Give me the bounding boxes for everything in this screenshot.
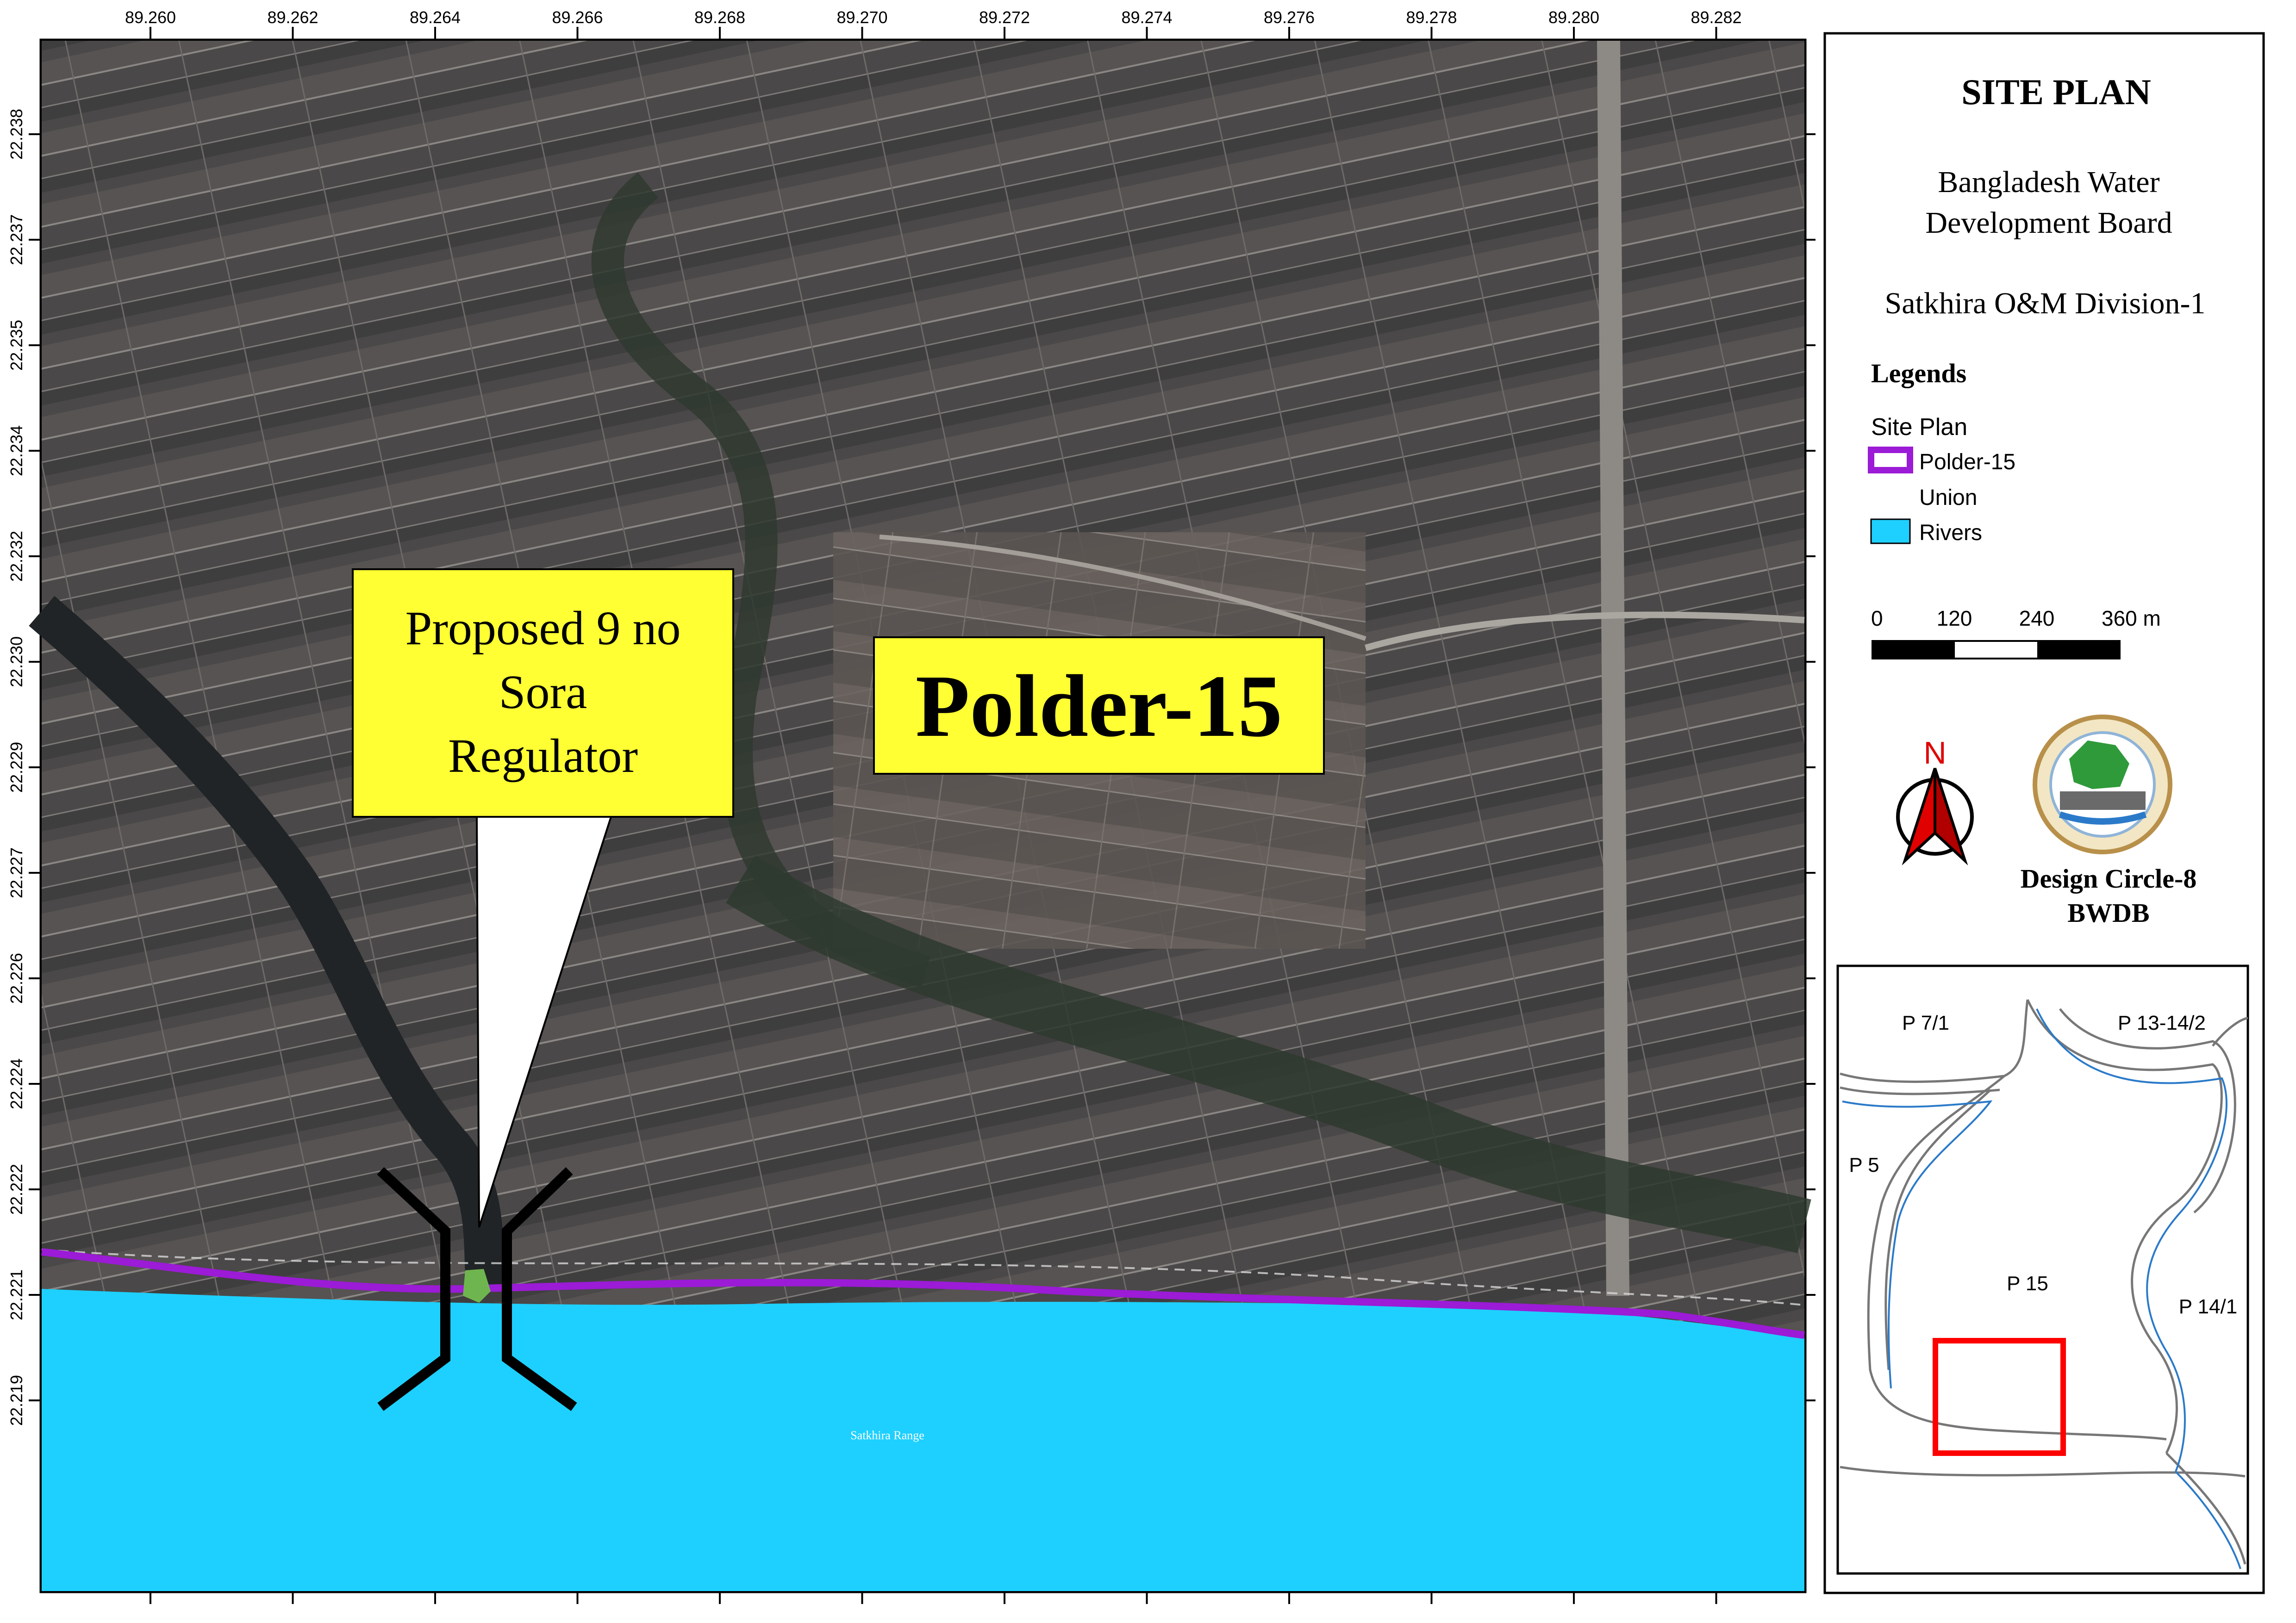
legend-item-union: Union: [1919, 485, 1977, 510]
latitude-tick-label: 22.232: [7, 531, 26, 582]
latitude-tick-label: 22.221: [7, 1269, 26, 1320]
longitude-tick-label: 89.260: [125, 8, 176, 27]
map-area[interactable]: Proposed 9 no Sora Regulator Polder-15 S…: [29, 41, 1811, 1591]
svg-text:N: N: [1923, 735, 1946, 771]
longitude-tick-label: 89.276: [1264, 8, 1315, 27]
site-plan-sheet: Proposed 9 no Sora Regulator Polder-15 S…: [7, 8, 2265, 1604]
credit-line-1: Design Circle-8: [2021, 864, 2197, 894]
longitude-tick-label: 89.274: [1121, 8, 1172, 27]
latitude-tick-label: 22.230: [7, 636, 26, 687]
callout-line-1: Proposed 9 no: [405, 602, 680, 655]
legend-group: Site Plan: [1871, 414, 1967, 441]
latitude-tick-label: 22.222: [7, 1164, 26, 1215]
latitude-tick-label: 22.224: [7, 1058, 26, 1109]
legend-item-polder: Polder-15: [1919, 450, 2015, 474]
bwdb-emblem: [2033, 715, 2172, 854]
longitude-tick-label: 89.268: [694, 8, 745, 27]
latitude-tick-label: 22.227: [7, 847, 26, 898]
division-name: Satkhira O&M Division-1: [1885, 286, 2206, 320]
longitude-tick-label: 89.270: [836, 8, 887, 27]
latitude-tick-label: 22.234: [7, 425, 26, 476]
latitude-tick-label: 22.219: [7, 1375, 26, 1426]
legend-rivers-swatch: [1870, 518, 1911, 544]
longitude-tick-label: 89.280: [1548, 8, 1599, 27]
river-label: Satkhira Range: [850, 1429, 924, 1442]
callout-line-2: Sora: [499, 665, 587, 719]
longitude-tick-label: 89.282: [1691, 8, 1741, 27]
organization-line-2: Development Board: [1925, 206, 2172, 240]
longitude-tick-label: 89.278: [1406, 8, 1457, 27]
latitude-tick-label: 22.238: [7, 109, 26, 160]
longitude-tick-label: 89.262: [267, 8, 318, 27]
inset-label-p13-14-2: P 13-14/2: [2118, 1012, 2206, 1034]
legends-title: Legends: [1871, 358, 1966, 388]
polder-label: Polder-15: [916, 657, 1283, 755]
callout-line-3: Regulator: [448, 729, 638, 783]
inset-label-p7-1: P 7/1: [1902, 1012, 1949, 1034]
latitude-tick-label: 22.237: [7, 214, 26, 265]
latitude-tick-label: 22.226: [7, 953, 26, 1004]
latitude-tick-label: 22.229: [7, 742, 26, 793]
svg-text:240: 240: [2019, 606, 2055, 630]
inset-label-p5: P 5: [1849, 1154, 1879, 1176]
latitude-tick-label: 22.235: [7, 320, 26, 371]
svg-text:0: 0: [1871, 606, 1883, 630]
credit-line-2: BWDB: [2067, 898, 2149, 928]
legend-item-rivers: Rivers: [1919, 521, 1982, 545]
longitude-tick-label: 89.266: [552, 8, 603, 27]
inset-map[interactable]: P 7/1 P 13-14/2 P 5 P 15 P 14/1: [1836, 964, 2249, 1575]
svg-text:360 m: 360 m: [2102, 606, 2161, 630]
inset-label-p15: P 15: [2007, 1272, 2048, 1295]
longitude-tick-label: 89.264: [410, 8, 461, 27]
svg-text:120: 120: [1937, 606, 1972, 630]
site-plan-title: SITE PLAN: [1961, 72, 2151, 112]
longitude-tick-label: 89.272: [979, 8, 1030, 27]
inset-label-p14-1: P 14/1: [2179, 1295, 2237, 1318]
organization-line-1: Bangladesh Water: [1938, 165, 2159, 199]
